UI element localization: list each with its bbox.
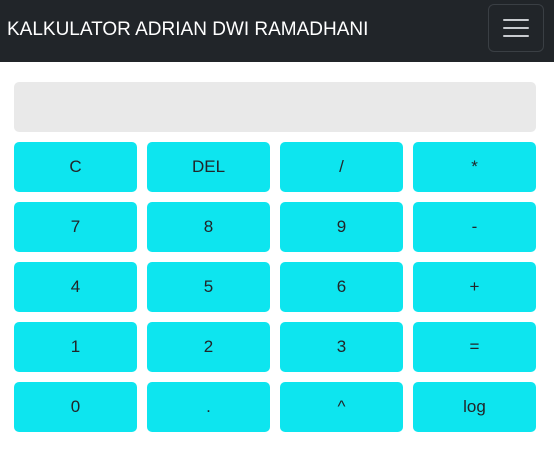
digit-5-button[interactable]: 5	[147, 262, 270, 312]
navbar: KALKULATOR ADRIAN DWI RAMADHANI	[0, 0, 554, 62]
minus-button[interactable]: -	[413, 202, 536, 252]
digit-0-button[interactable]: 0	[14, 382, 137, 432]
digit-6-button[interactable]: 6	[280, 262, 403, 312]
app-title[interactable]: KALKULATOR ADRIAN DWI RAMADHANI	[7, 0, 368, 62]
digit-1-button[interactable]: 1	[14, 322, 137, 372]
plus-button[interactable]: +	[413, 262, 536, 312]
log-button[interactable]: log	[413, 382, 536, 432]
divide-button[interactable]: /	[280, 142, 403, 192]
digit-4-button[interactable]: 4	[14, 262, 137, 312]
delete-button[interactable]: DEL	[147, 142, 270, 192]
digit-7-button[interactable]: 7	[14, 202, 137, 252]
calculator-display[interactable]	[14, 82, 536, 132]
power-button[interactable]: ^	[280, 382, 403, 432]
decimal-point-button[interactable]: .	[147, 382, 270, 432]
multiply-button[interactable]: *	[413, 142, 536, 192]
digit-9-button[interactable]: 9	[280, 202, 403, 252]
equals-button[interactable]: =	[413, 322, 536, 372]
digit-2-button[interactable]: 2	[147, 322, 270, 372]
digit-3-button[interactable]: 3	[280, 322, 403, 372]
navbar-toggler-button[interactable]	[488, 4, 544, 52]
hamburger-menu-icon	[503, 19, 529, 37]
digit-8-button[interactable]: 8	[147, 202, 270, 252]
clear-button[interactable]: C	[14, 142, 137, 192]
keypad: C DEL / * 7 8 9 - 4 5 6 + 1 2 3 = 0 . ^ …	[14, 142, 537, 432]
